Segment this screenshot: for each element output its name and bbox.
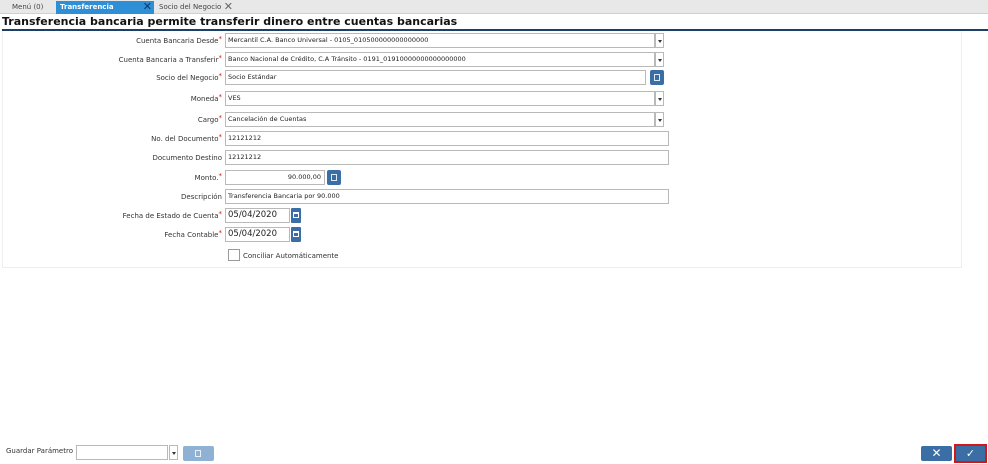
chevron-down-icon[interactable] bbox=[169, 445, 178, 460]
chevron-down-icon[interactable] bbox=[655, 52, 664, 67]
moneda-label: Moneda* bbox=[190, 93, 222, 103]
calendar-button[interactable] bbox=[291, 227, 301, 242]
socio-field[interactable]: Socio Estándar bbox=[225, 70, 646, 85]
fecha-contable-field[interactable]: 05/04/2020 bbox=[225, 227, 290, 242]
search-button[interactable] bbox=[650, 70, 664, 85]
calendar-button[interactable] bbox=[291, 208, 301, 223]
moneda-field[interactable]: VES bbox=[225, 91, 655, 106]
documento-destino-label: Documento Destino bbox=[152, 154, 222, 162]
calculator-button[interactable] bbox=[327, 170, 341, 185]
close-icon[interactable]: ✕ bbox=[224, 1, 233, 13]
cuenta-desde-field[interactable]: Mercantil C.A. Banco Universal - 0105_01… bbox=[225, 33, 655, 48]
chevron-down-icon[interactable] bbox=[655, 33, 664, 48]
cuenta-transferir-label: Cuenta Bancaria a Transferir* bbox=[118, 54, 222, 64]
guardar-parametro-select[interactable] bbox=[76, 445, 168, 460]
socio-label: Socio del Negocio* bbox=[156, 72, 222, 82]
close-icon: ✕ bbox=[931, 446, 942, 460]
search-icon bbox=[654, 74, 660, 81]
tab-menu[interactable]: Menú (0) bbox=[8, 1, 56, 14]
tab-transferencia-bancaria[interactable]: Transferencia Bancaria ✕ bbox=[56, 1, 154, 24]
tab-socio-del-negocio[interactable]: Socio del Negocio ✕ bbox=[155, 1, 235, 14]
tab-menu-label: Menú (0) bbox=[12, 3, 44, 11]
calendar-icon bbox=[293, 231, 299, 237]
chevron-down-icon[interactable] bbox=[655, 112, 664, 127]
calendar-icon bbox=[293, 212, 299, 218]
fecha-estado-label: Fecha de Estado de Cuenta* bbox=[122, 210, 222, 220]
trash-icon bbox=[195, 450, 201, 457]
calculator-icon bbox=[331, 174, 337, 181]
ok-button[interactable]: ✓ bbox=[954, 444, 987, 463]
cancel-button[interactable]: ✕ bbox=[921, 446, 952, 461]
cargo-field[interactable]: Cancelación de Cuentas bbox=[225, 112, 655, 127]
tab-socio-label: Socio del Negocio bbox=[159, 3, 222, 11]
check-icon: ✓ bbox=[965, 447, 976, 460]
descripcion-field[interactable]: Transferencia Bancaria por 90.000 bbox=[225, 189, 669, 204]
no-documento-label: No. del Documento* bbox=[151, 133, 222, 143]
fecha-estado-field[interactable]: 05/04/2020 bbox=[225, 208, 290, 223]
no-documento-field[interactable]: 12121212 bbox=[225, 131, 669, 146]
conciliar-checkbox[interactable] bbox=[228, 249, 240, 261]
cuenta-desde-label: Cuenta Bancaria Desde* bbox=[136, 35, 222, 45]
monto-field[interactable]: 90.000,00 bbox=[225, 170, 325, 185]
tab-bar: Menú (0) Transferencia Bancaria ✕ Socio … bbox=[0, 0, 988, 24]
conciliar-label: Conciliar Automáticamente bbox=[243, 252, 339, 260]
chevron-down-icon[interactable] bbox=[655, 91, 664, 106]
close-icon[interactable]: ✕ bbox=[143, 1, 152, 13]
monto-label: Monto.* bbox=[194, 172, 222, 182]
documento-destino-field[interactable]: 12121212 bbox=[225, 150, 669, 165]
page-title: Transferencia bancaria permite transferi… bbox=[2, 15, 988, 31]
cuenta-transferir-field[interactable]: Banco Nacional de Crédito, C.A Tránsito … bbox=[225, 52, 655, 67]
guardar-parametro-label: Guardar Parámetro bbox=[6, 447, 73, 455]
fecha-contable-label: Fecha Contable* bbox=[164, 229, 222, 239]
delete-parameter-button[interactable] bbox=[183, 446, 214, 461]
descripcion-label: Descripción bbox=[181, 193, 222, 201]
cargo-label: Cargo* bbox=[197, 114, 222, 124]
